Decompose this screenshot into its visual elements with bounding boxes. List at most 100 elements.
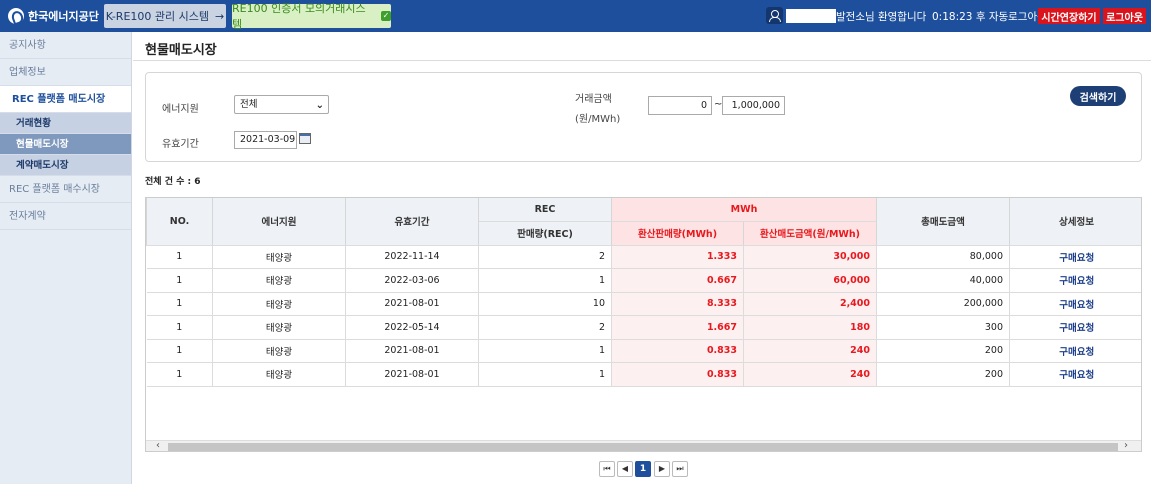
page-title: 현물매도시장 xyxy=(145,43,217,58)
cell-price: 240 xyxy=(742,339,877,363)
user-icon xyxy=(766,7,783,24)
cell-total: 300 xyxy=(876,315,1010,340)
chevron-down-icon: ⌄ xyxy=(315,100,324,111)
col-header-energy: 에너지원 xyxy=(212,198,346,246)
cell-total: 200 xyxy=(876,362,1010,387)
cell-validity: 2021-08-01 xyxy=(345,362,479,387)
cell-mwh: 0.833 xyxy=(611,362,744,387)
purchase-request-link[interactable]: 구매요청 xyxy=(1009,362,1141,387)
scroll-thumb[interactable] xyxy=(168,443,1118,451)
energy-source-select[interactable]: 전체 ⌄ xyxy=(234,95,329,114)
logo-text: 한국에너지공단 xyxy=(28,10,99,23)
calendar-icon[interactable] xyxy=(299,133,311,144)
table-row: 1 태양광 2021-08-01 1 0.833 240 200 구매요청 xyxy=(146,362,1141,387)
arrow-right-icon: → xyxy=(215,9,225,23)
next-page-button[interactable]: ▶ xyxy=(654,461,670,477)
cell-total: 40,000 xyxy=(876,268,1010,293)
cell-rec: 1 xyxy=(478,268,612,293)
cell-price: 30,000 xyxy=(742,245,877,269)
energy-source-value: 전체 xyxy=(240,99,258,110)
amount-unit-label: (원/MWh) xyxy=(575,114,621,125)
extend-session-button[interactable]: 시간연장하기 xyxy=(1038,8,1100,24)
cell-mwh: 1.333 xyxy=(611,245,744,269)
cell-energy: 태양광 xyxy=(212,268,346,293)
purchase-request-link[interactable]: 구매요청 xyxy=(1009,245,1141,269)
check-icon: ✓ xyxy=(381,11,391,21)
cell-validity: 2022-11-14 xyxy=(345,245,479,269)
cell-price: 60,000 xyxy=(742,268,877,293)
re100-mock-trading-label: RE100 인증서 모의거래시스템 xyxy=(232,2,366,31)
purchase-request-link[interactable]: 구매요청 xyxy=(1009,268,1141,293)
results-table: NO. 에너지원 유효기간 REC MWh 총매도금액 상세정보 판매량(REC… xyxy=(145,197,1142,452)
table-row: 1 태양광 2021-08-01 1 0.833 240 200 구매요청 xyxy=(146,339,1141,363)
sidebar-subitem-trade-status[interactable]: 거래현황 xyxy=(0,113,131,134)
k-re100-system-label: K-RE100 관리 시스템 xyxy=(105,10,209,23)
cell-no: 1 xyxy=(146,362,213,387)
energy-source-label: 에너지원 xyxy=(162,104,199,115)
purchase-request-link[interactable]: 구매요청 xyxy=(1009,339,1141,363)
cell-no: 1 xyxy=(146,292,213,316)
logo[interactable]: 한국에너지공단 xyxy=(8,7,99,25)
page-1-button[interactable]: 1 xyxy=(635,461,651,477)
purchase-request-link[interactable]: 구매요청 xyxy=(1009,315,1141,340)
col-header-rec: REC xyxy=(478,198,612,222)
purchase-request-link[interactable]: 구매요청 xyxy=(1009,292,1141,316)
sidebar-subitem-contract-sell-market[interactable]: 계약매도시장 xyxy=(0,155,131,176)
first-page-button[interactable]: ⏮ xyxy=(599,461,615,477)
col-header-mwh-price: 환산매도금액(원/MWh) xyxy=(742,221,878,246)
table-row: 1 태양광 2022-11-14 2 1.333 30,000 80,000 구매요청 xyxy=(146,245,1141,269)
cell-no: 1 xyxy=(146,268,213,293)
cell-rec: 1 xyxy=(478,362,612,387)
sidebar-item-rec-buy-market[interactable]: REC 플랫폼 매수시장 xyxy=(0,176,131,203)
sidebar-item-notice[interactable]: 공지사항 xyxy=(0,32,131,59)
cell-price: 240 xyxy=(742,362,877,387)
scroll-right-icon[interactable]: › xyxy=(1124,440,1128,451)
col-header-validity: 유효기간 xyxy=(345,198,479,246)
scroll-left-icon[interactable]: ‹ xyxy=(156,440,160,451)
horizontal-scrollbar[interactable]: ‹ › xyxy=(146,440,1141,451)
cell-total: 200 xyxy=(876,339,1010,363)
cell-energy: 태양광 xyxy=(212,245,346,269)
cell-mwh: 8.333 xyxy=(611,292,744,316)
logo-icon xyxy=(8,8,24,24)
cell-mwh: 1.667 xyxy=(611,315,744,340)
sidebar-item-rec-sell-market[interactable]: REC 플랫폼 매도시장 xyxy=(0,86,131,113)
divider xyxy=(133,60,1151,61)
amount-min-input[interactable]: 0 xyxy=(648,96,712,115)
cell-energy: 태양광 xyxy=(212,339,346,363)
masked-username xyxy=(786,9,836,23)
col-header-no: NO. xyxy=(146,198,213,246)
col-header-rec-sales: 판매량(REC) xyxy=(478,221,612,246)
cell-price: 180 xyxy=(742,315,877,340)
last-page-button[interactable]: ⏭ xyxy=(672,461,688,477)
col-header-mwh: MWh xyxy=(610,198,878,222)
cell-validity: 2021-08-01 xyxy=(345,339,479,363)
table-row: 1 태양광 2022-03-06 1 0.667 60,000 40,000 구매요청 xyxy=(146,268,1141,293)
col-header-detail: 상세정보 xyxy=(1009,198,1141,246)
sidebar-item-company-info[interactable]: 업체정보 xyxy=(0,59,131,86)
search-button[interactable]: 검색하기 xyxy=(1070,86,1126,106)
cell-no: 1 xyxy=(146,339,213,363)
cell-energy: 태양광 xyxy=(212,292,346,316)
top-bar: 한국에너지공단 K-RE100 관리 시스템 → RE100 인증서 모의거래시… xyxy=(0,0,1151,32)
amount-max-input[interactable]: 1,000,000 xyxy=(722,96,785,115)
logout-button[interactable]: 로그아웃 xyxy=(1103,8,1146,24)
table-row: 1 태양광 2022-05-14 2 1.667 180 300 구매요청 xyxy=(146,315,1141,340)
session-timer: 0:18:23 후 자동로그아웃 xyxy=(932,11,1047,23)
cell-validity: 2022-03-06 xyxy=(345,268,479,293)
cell-energy: 태양광 xyxy=(212,315,346,340)
sidebar-subitem-spot-sell-market[interactable]: 현물매도시장 xyxy=(0,134,131,155)
cell-no: 1 xyxy=(146,315,213,340)
validity-date-input[interactable]: 2021-03-09 xyxy=(234,131,297,149)
cell-mwh: 0.833 xyxy=(611,339,744,363)
k-re100-system-button[interactable]: K-RE100 관리 시스템 → xyxy=(104,4,226,28)
cell-total: 80,000 xyxy=(876,245,1010,269)
cell-rec: 2 xyxy=(478,245,612,269)
prev-page-button[interactable]: ◀ xyxy=(617,461,633,477)
cell-rec: 1 xyxy=(478,339,612,363)
col-header-mwh-sales: 환산판매량(MWh) xyxy=(611,221,744,246)
cell-energy: 태양광 xyxy=(212,362,346,387)
cell-price: 2,400 xyxy=(742,292,877,316)
re100-mock-trading-button[interactable]: RE100 인증서 모의거래시스템 ✓ xyxy=(232,2,391,31)
sidebar-item-e-contract[interactable]: 전자계약 xyxy=(0,203,131,230)
